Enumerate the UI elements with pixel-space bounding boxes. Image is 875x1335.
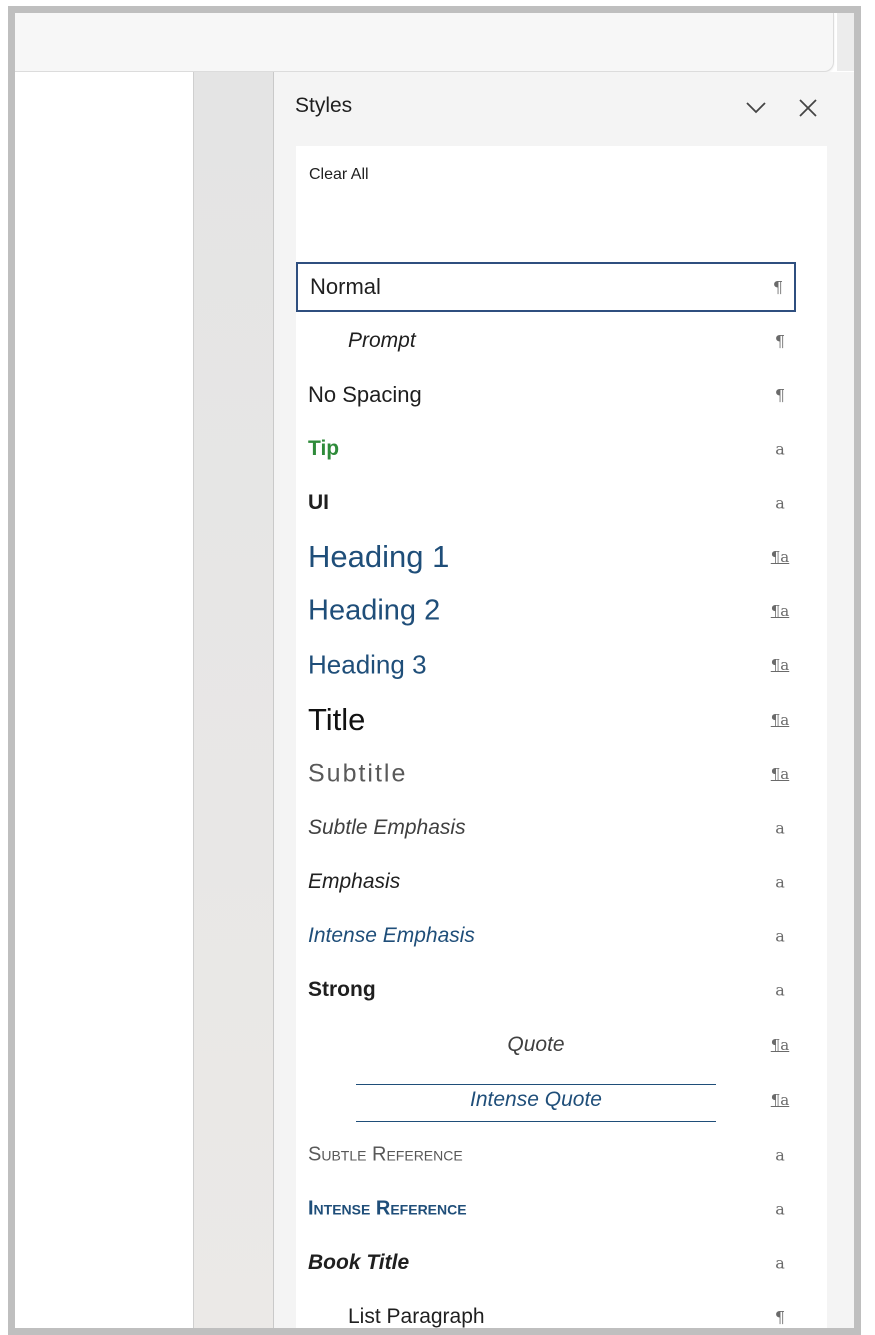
window-edge [837, 13, 854, 71]
style-item-title[interactable]: Title ¶a [296, 695, 796, 745]
style-name: Heading 2 [308, 594, 441, 627]
style-item-subtle-reference[interactable]: Subtle Reference a [296, 1130, 796, 1180]
style-name: List Paragraph [348, 1305, 485, 1328]
chevron-down-icon [746, 102, 766, 114]
linked-style-icon: ¶a [770, 602, 790, 620]
style-name: Emphasis [308, 870, 401, 893]
linked-style-icon: ¶a [770, 548, 790, 566]
character-style-icon: a [775, 980, 785, 1000]
intense-quote-bottom-border [356, 1121, 716, 1122]
style-item-list-paragraph[interactable]: List Paragraph ¶ [296, 1292, 796, 1328]
character-style-icon: a [775, 818, 785, 838]
style-item-strong[interactable]: Strong a [296, 965, 796, 1015]
style-item-no-spacing[interactable]: No Spacing ¶ [296, 370, 796, 420]
style-item-quote[interactable]: Quote ¶a [296, 1020, 796, 1070]
style-name: Heading 3 [308, 649, 427, 680]
style-name: Quote [507, 1033, 565, 1056]
close-pane-button[interactable] [794, 94, 822, 122]
character-style-icon: a [775, 493, 785, 513]
style-item-subtle-emphasis[interactable]: Subtle Emphasis a [296, 803, 796, 853]
linked-style-icon: ¶a [770, 711, 790, 729]
style-name: Title [308, 702, 366, 737]
character-style-icon: a [775, 439, 785, 459]
linked-style-icon: ¶a [770, 656, 790, 674]
style-item-emphasis[interactable]: Emphasis a [296, 857, 796, 907]
ribbon-bar [15, 13, 834, 72]
style-name: Subtle Reference [308, 1143, 463, 1166]
style-name: Intense Quote [470, 1088, 602, 1111]
style-name: Subtitle [308, 759, 408, 788]
window-frame: Styles Clear All Normal ¶ Prompt ¶ No Sp… [8, 6, 861, 1335]
style-item-ui[interactable]: UI a [296, 478, 796, 528]
style-name: No Spacing [308, 382, 422, 407]
document-page[interactable] [15, 72, 194, 1328]
style-item-normal[interactable]: Normal ¶ [296, 262, 796, 312]
style-item-prompt[interactable]: Prompt ¶ [296, 316, 796, 366]
linked-style-icon: ¶a [770, 1036, 790, 1054]
paragraph-style-icon: ¶ [774, 385, 786, 405]
style-name: Tip [308, 437, 340, 460]
character-style-icon: a [775, 926, 785, 946]
character-style-icon: a [775, 1145, 785, 1165]
style-item-heading-1[interactable]: Heading 1 ¶a [296, 532, 796, 582]
paragraph-style-icon: ¶ [772, 277, 784, 297]
paragraph-style-icon: ¶ [774, 331, 786, 351]
linked-style-icon: ¶a [770, 765, 790, 783]
document-margin [194, 72, 274, 1328]
style-name: UI [308, 491, 329, 514]
linked-style-icon: ¶a [770, 1091, 790, 1109]
style-item-intense-emphasis[interactable]: Intense Emphasis a [296, 911, 796, 961]
character-style-icon: a [775, 872, 785, 892]
character-style-icon: a [775, 1253, 785, 1273]
style-item-heading-2[interactable]: Heading 2 ¶a [296, 586, 796, 636]
style-name: Normal [310, 274, 381, 299]
style-item-heading-3[interactable]: Heading 3 ¶a [296, 640, 796, 690]
character-style-icon: a [775, 1199, 785, 1219]
style-name: Prompt [348, 329, 416, 352]
style-name: Heading 1 [308, 539, 450, 574]
clear-all-button[interactable]: Clear All [309, 166, 369, 184]
style-item-intense-reference[interactable]: Intense Reference a [296, 1184, 796, 1234]
style-name: Book Title [308, 1251, 410, 1274]
paragraph-style-icon: ¶ [774, 1307, 786, 1327]
style-item-tip[interactable]: Tip a [296, 424, 796, 474]
style-item-book-title[interactable]: Book Title a [296, 1238, 796, 1288]
style-item-subtitle[interactable]: Subtitle ¶a [296, 749, 796, 799]
style-name: Strong [308, 978, 376, 1001]
style-name: Intense Reference [308, 1197, 467, 1220]
collapse-pane-button[interactable] [742, 94, 770, 122]
style-item-intense-quote[interactable]: Intense Quote ¶a [296, 1075, 796, 1125]
styles-pane: Styles Clear All Normal ¶ Prompt ¶ No Sp… [274, 72, 839, 1328]
style-name: Intense Emphasis [308, 924, 475, 947]
style-name: Subtle Emphasis [308, 816, 466, 839]
pane-title: Styles [295, 94, 353, 117]
close-icon [799, 99, 817, 117]
pane-scroll-gutter [839, 72, 854, 1328]
styles-list: Clear All Normal ¶ Prompt ¶ No Spacing ¶… [296, 146, 827, 1328]
